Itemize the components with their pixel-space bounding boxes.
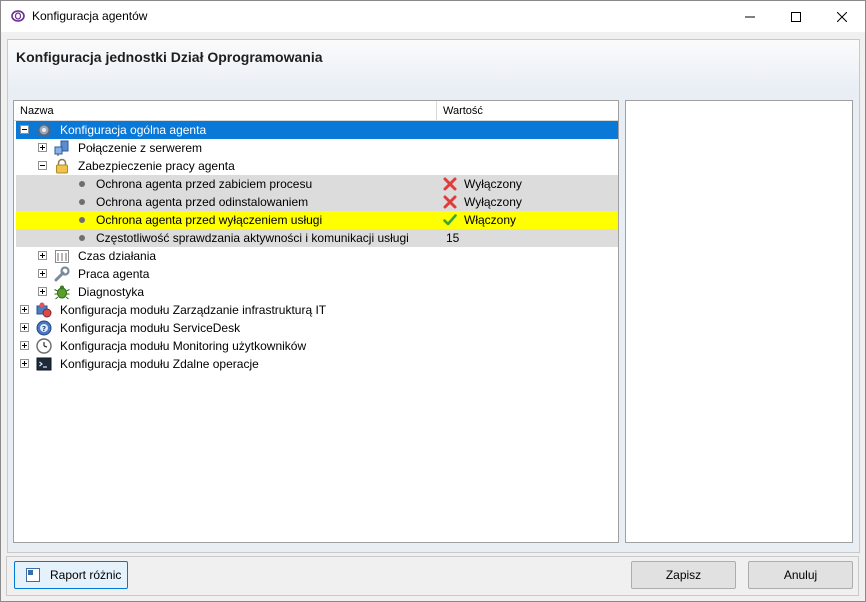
collapse-toggle[interactable] bbox=[38, 161, 47, 170]
tree-row[interactable]: Konfiguracja ogólna agenta bbox=[16, 121, 618, 139]
terminal-icon bbox=[36, 357, 52, 371]
green-check-icon bbox=[443, 214, 457, 226]
column-name-header[interactable]: Nazwa bbox=[20, 105, 54, 117]
tree-row-label: Konfiguracja ogólna agenta bbox=[60, 123, 207, 137]
expand-toggle[interactable] bbox=[38, 269, 47, 278]
page-title: Konfiguracja jednostki Dział Oprogramowa… bbox=[16, 49, 323, 65]
report-button-label: Raport różnic bbox=[50, 568, 122, 582]
gear-icon bbox=[36, 122, 52, 138]
tree-row-label: Konfiguracja modułu Monitoring użytkowni… bbox=[60, 339, 307, 353]
tree-row-label: Konfiguracja modułu Zdalne operacje bbox=[60, 357, 259, 371]
column-value-header[interactable]: Wartość bbox=[443, 105, 483, 117]
tree-row[interactable]: Ochrona agenta przed wyłączeniem usługi … bbox=[16, 211, 618, 229]
app-icon bbox=[11, 10, 25, 22]
maximize-icon bbox=[791, 11, 801, 22]
column-separator[interactable] bbox=[436, 101, 437, 121]
tree-row-label: Ochrona agenta przed zabiciem procesu bbox=[96, 177, 313, 191]
tree-row-value: Wyłączony bbox=[464, 195, 522, 209]
tree-row[interactable]: Konfiguracja modułu Monitoring użytkowni… bbox=[16, 337, 618, 355]
calendar-icon bbox=[55, 250, 69, 263]
details-panel bbox=[625, 100, 853, 543]
window-title: Konfiguracja agentów bbox=[32, 9, 148, 23]
tree-row-label: Ochrona agenta przed odinstalowaniem bbox=[96, 195, 309, 209]
tree-row[interactable]: Praca agenta bbox=[16, 265, 618, 283]
tree-row[interactable]: Częstotliwość sprawdzania aktywności i k… bbox=[16, 229, 618, 247]
cancel-button[interactable]: Anuluj bbox=[748, 561, 853, 589]
bullet-icon bbox=[79, 217, 85, 223]
maximize-button[interactable] bbox=[773, 1, 819, 32]
bullet-icon bbox=[79, 199, 85, 205]
tree-row-value: Włączony bbox=[464, 213, 517, 227]
tree-row-label: Połączenie z serwerem bbox=[78, 141, 203, 155]
column-header: Nazwa Wartość bbox=[14, 101, 618, 121]
tree-row-label: Zabezpieczenie pracy agenta bbox=[78, 159, 235, 173]
bullet-icon bbox=[79, 235, 85, 241]
save-button-label: Zapisz bbox=[665, 568, 702, 582]
red-x-icon bbox=[443, 195, 457, 209]
tree-row-label: Konfiguracja modułu Zarządzanie infrastr… bbox=[60, 303, 327, 317]
tree-row[interactable]: Ochrona agenta przed zabiciem procesu Wy… bbox=[16, 175, 618, 193]
infrastructure-icon bbox=[36, 302, 52, 318]
tree-row[interactable]: Ochrona agenta przed odinstalowaniem Wył… bbox=[16, 193, 618, 211]
clock-icon bbox=[36, 338, 52, 354]
report-differences-button[interactable]: Raport różnic bbox=[14, 561, 128, 589]
minimize-button[interactable] bbox=[727, 1, 773, 32]
expand-toggle[interactable] bbox=[20, 341, 29, 350]
wrench-icon bbox=[54, 266, 70, 282]
collapse-toggle[interactable] bbox=[20, 125, 29, 134]
tree-row[interactable]: Połączenie z serwerem bbox=[16, 139, 618, 157]
bullet-icon bbox=[79, 181, 85, 187]
cancel-button-label: Anuluj bbox=[783, 568, 818, 582]
tree-row-label: Praca agenta bbox=[78, 267, 150, 281]
save-button[interactable]: Zapisz bbox=[631, 561, 736, 589]
bug-icon bbox=[54, 285, 70, 300]
expand-toggle[interactable] bbox=[38, 143, 47, 152]
svg-text:?: ? bbox=[42, 325, 46, 333]
tree-row-label: Ochrona agenta przed wyłączeniem usługi bbox=[96, 213, 323, 227]
lock-icon bbox=[56, 158, 68, 174]
expand-toggle[interactable] bbox=[38, 287, 47, 296]
tree-row[interactable]: Konfiguracja modułu Zarządzanie infrastr… bbox=[16, 301, 618, 319]
expand-toggle[interactable] bbox=[38, 251, 47, 260]
tree-row-label: Częstotliwość sprawdzania aktywności i k… bbox=[96, 231, 409, 245]
tree-row-label: Czas działania bbox=[78, 249, 157, 263]
close-icon bbox=[837, 11, 847, 22]
report-icon bbox=[26, 568, 40, 582]
close-button[interactable] bbox=[819, 1, 865, 32]
expand-toggle[interactable] bbox=[20, 359, 29, 368]
tree-row[interactable]: ? Konfiguracja modułu ServiceDesk bbox=[16, 319, 618, 337]
tree-row[interactable]: Czas działania bbox=[16, 247, 618, 265]
help-icon: ? bbox=[36, 320, 52, 336]
red-x-icon bbox=[443, 177, 457, 191]
expand-toggle[interactable] bbox=[20, 323, 29, 332]
minimize-icon bbox=[745, 16, 755, 17]
config-tree[interactable]: Nazwa Wartość Konfiguracja ogólna agenta… bbox=[13, 100, 619, 543]
tree-row-value: Wyłączony bbox=[464, 177, 522, 191]
network-icon bbox=[54, 140, 69, 156]
tree-row[interactable]: Diagnostyka bbox=[16, 283, 618, 301]
tree-row-label: Diagnostyka bbox=[78, 285, 145, 299]
tree-row-value: 15 bbox=[446, 231, 460, 245]
expand-toggle[interactable] bbox=[20, 305, 29, 314]
tree-row-label: Konfiguracja modułu ServiceDesk bbox=[60, 321, 241, 335]
title-bar: Konfiguracja agentów bbox=[1, 1, 865, 32]
tree-row[interactable]: Konfiguracja modułu Zdalne operacje bbox=[16, 355, 618, 373]
tree-row[interactable]: Zabezpieczenie pracy agenta bbox=[16, 157, 618, 175]
header-panel: Konfiguracja jednostki Dział Oprogramowa… bbox=[7, 39, 860, 90]
